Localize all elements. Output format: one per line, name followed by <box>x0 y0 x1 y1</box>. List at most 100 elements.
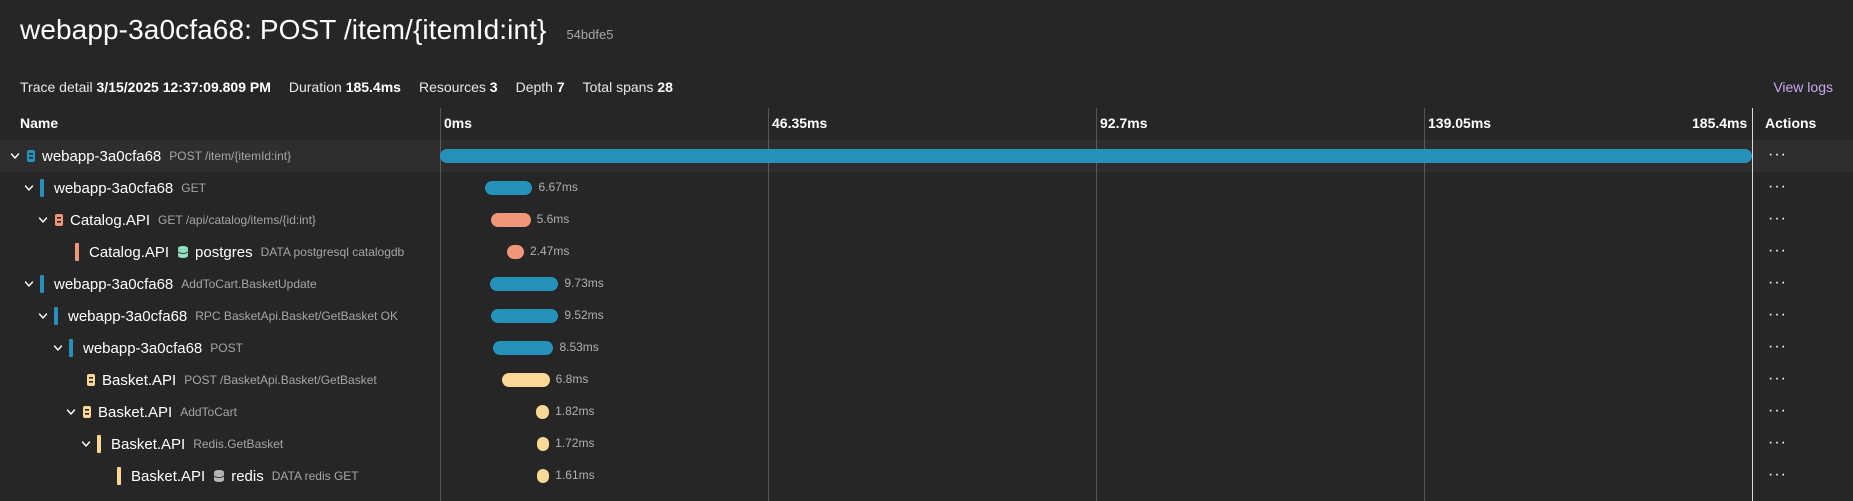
span-actions-menu-icon[interactable]: ··· <box>1768 338 1787 356</box>
span-actions-menu-icon[interactable]: ··· <box>1768 274 1787 292</box>
chevron-down-icon[interactable] <box>22 277 36 291</box>
trace-duration: Duration 185.4ms <box>288 79 401 95</box>
span-name-cell: webapp-3a0cfa68 RPC BasketApi.Basket/GetB… <box>36 300 398 332</box>
span-row[interactable]: Basket.API AddToCart 1.82ms ··· <box>0 396 1853 428</box>
span-service-name: Basket.API <box>111 435 186 453</box>
span-operation: DATA redis GET <box>271 469 359 483</box>
span-row[interactable]: webapp-3a0cfa68 AddToCart.BasketUpdate 9.7… <box>0 268 1853 300</box>
span-duration-label: 8.53ms <box>559 340 599 354</box>
name-column-header: Name <box>20 115 59 131</box>
tick-label: 139.05ms <box>1428 115 1492 131</box>
span-duration-label: 6.8ms <box>555 372 589 386</box>
chevron-down-icon[interactable] <box>36 309 50 323</box>
chevron-down-icon[interactable] <box>8 149 22 163</box>
trace-summary: Trace detail 3/15/2025 12:37:09.809 PM D… <box>20 79 673 95</box>
span-duration-bar[interactable] <box>493 341 554 355</box>
span-operation: GET <box>181 181 206 195</box>
span-duration-bar[interactable] <box>506 245 524 259</box>
span-name-cell: webapp-3a0cfa68 POST /item/{itemId:int} <box>8 140 291 172</box>
tick-label: 46.35ms <box>772 115 828 131</box>
service-color-bar <box>40 275 44 293</box>
span-duration-label: 6.67ms <box>538 180 578 194</box>
span-duration-bar[interactable] <box>490 309 559 323</box>
span-actions-menu-icon[interactable]: ··· <box>1768 434 1787 452</box>
span-operation: POST /BasketApi.Basket/GetBasket <box>184 373 377 387</box>
span-name-cell: webapp-3a0cfa68 GET <box>22 172 206 204</box>
actions-column-header: Actions <box>1765 115 1817 131</box>
span-duration-bar[interactable] <box>501 373 550 387</box>
span-duration-label: 9.73ms <box>564 276 604 290</box>
server-icon <box>82 405 92 419</box>
span-service-name: webapp-3a0cfa68 <box>68 307 188 325</box>
span-duration-bar[interactable] <box>536 437 550 451</box>
span-duration-bar[interactable] <box>536 405 550 419</box>
span-name-cell: Basket.API POST /BasketApi.Basket/GetBask… <box>68 364 377 396</box>
span-service-name: Basket.API <box>98 403 173 421</box>
span-operation: AddToCart <box>180 405 237 419</box>
span-row[interactable]: Basket.API redis DATA redis GET 1.61ms ··· <box>0 460 1853 492</box>
span-operation: RPC BasketApi.Basket/GetBasket OK <box>195 309 399 323</box>
service-color-bar <box>75 243 79 261</box>
span-name-cell: webapp-3a0cfa68 AddToCart.BasketUpdate <box>22 268 317 300</box>
span-duration-label: 1.82ms <box>555 404 595 418</box>
span-service-name: Catalog.API <box>70 211 151 229</box>
span-actions-menu-icon[interactable]: ··· <box>1768 402 1787 420</box>
span-row[interactable]: webapp-3a0cfa68 GET 6.67ms ··· <box>0 172 1853 204</box>
database-icon <box>177 245 189 259</box>
service-color-bar <box>54 307 58 325</box>
span-operation: POST /item/{itemId:int} <box>169 149 292 163</box>
span-service-name: Basket.API <box>131 467 206 485</box>
span-operation: AddToCart.BasketUpdate <box>181 277 317 291</box>
trace-total-spans: Total spans 28 <box>582 79 673 95</box>
span-duration-bar[interactable] <box>489 277 559 291</box>
span-actions-menu-icon[interactable]: ··· <box>1768 178 1787 196</box>
database-icon <box>213 469 225 483</box>
span-actions-menu-icon[interactable]: ··· <box>1768 242 1787 260</box>
span-row[interactable]: webapp-3a0cfa68 RPC BasketApi.Basket/GetB… <box>0 300 1853 332</box>
span-duration-bar[interactable] <box>537 469 550 483</box>
span-name-cell: Basket.API redis DATA redis GET <box>99 460 359 492</box>
chevron-down-icon[interactable] <box>79 437 93 451</box>
span-row[interactable]: Basket.API Redis.GetBasket 1.72ms ··· <box>0 428 1853 460</box>
span-row[interactable]: Basket.API POST /BasketApi.Basket/GetBask… <box>0 364 1853 396</box>
span-duration-bar[interactable] <box>485 181 533 195</box>
span-duration-bar[interactable] <box>440 149 1752 163</box>
span-operation: Redis.GetBasket <box>193 437 284 451</box>
span-row[interactable]: Catalog.API GET /api/catalog/items/{id:in… <box>0 204 1853 236</box>
span-actions-menu-icon[interactable]: ··· <box>1768 146 1787 164</box>
trace-detail: Trace detail 3/15/2025 12:37:09.809 PM <box>20 79 271 95</box>
span-row[interactable]: Catalog.API postgres DATA postgresql catal… <box>0 236 1853 268</box>
span-actions-menu-icon[interactable]: ··· <box>1768 210 1787 228</box>
span-service-name: webapp-3a0cfa68 <box>42 147 162 165</box>
page-title: webapp-3a0cfa68: POST /item/{itemId:int} <box>20 14 547 45</box>
tick-label: 0ms <box>444 115 473 131</box>
server-icon <box>54 213 64 227</box>
tick-label: 92.7ms <box>1100 115 1148 131</box>
chevron-down-icon[interactable] <box>51 341 65 355</box>
chevron-down-icon[interactable] <box>64 405 78 419</box>
chevron-down-icon[interactable] <box>36 213 50 227</box>
span-duration-label: 1.72ms <box>555 436 595 450</box>
span-peer-name: postgres <box>195 243 253 261</box>
server-icon <box>86 373 96 387</box>
span-row[interactable]: webapp-3a0cfa68 POST /item/{itemId:int} ··… <box>0 140 1853 172</box>
span-peer-name: redis <box>231 467 264 485</box>
span-duration-label: 9.52ms <box>564 308 604 322</box>
trace-id: 54bdfe5 <box>566 27 614 42</box>
span-service-name: Basket.API <box>102 371 177 389</box>
view-logs-link[interactable]: View logs <box>1773 79 1833 95</box>
span-row[interactable]: webapp-3a0cfa68 POST 8.53ms ··· <box>0 332 1853 364</box>
span-service-name: Catalog.API <box>89 243 170 261</box>
span-duration-bar[interactable] <box>490 213 531 227</box>
span-actions-menu-icon[interactable]: ··· <box>1768 370 1787 388</box>
span-name-cell: webapp-3a0cfa68 POST <box>51 332 243 364</box>
span-actions-menu-icon[interactable]: ··· <box>1768 466 1787 484</box>
span-duration-label: 1.61ms <box>555 468 595 482</box>
span-operation: GET /api/catalog/items/{id:int} <box>158 213 316 227</box>
span-actions-menu-icon[interactable]: ··· <box>1768 306 1787 324</box>
span-name-cell: Basket.API AddToCart <box>64 396 237 428</box>
chevron-down-icon[interactable] <box>22 181 36 195</box>
span-name-cell: Basket.API Redis.GetBasket <box>79 428 283 460</box>
span-duration-label: 5.6ms <box>536 212 570 226</box>
span-name-cell: Catalog.API GET /api/catalog/items/{id:in… <box>36 204 316 236</box>
